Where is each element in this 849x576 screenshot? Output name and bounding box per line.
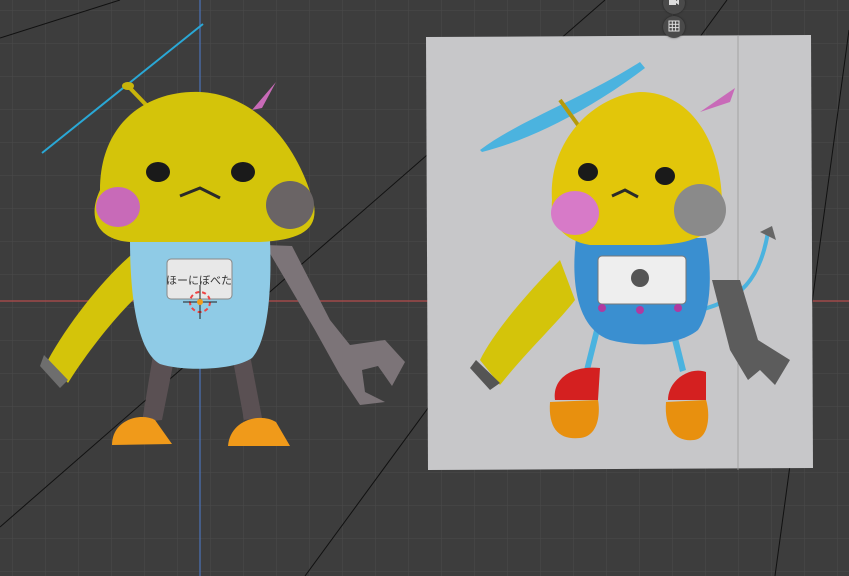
shirt-label: ほーにぼべた xyxy=(166,274,232,287)
scene: ほーにぼべた xyxy=(40,23,813,470)
robot-model[interactable]: ほーにぼべた xyxy=(40,23,405,446)
3d-viewport[interactable]: ほーにぼべた xyxy=(0,0,849,576)
camera-icon xyxy=(668,0,680,11)
grid-icon xyxy=(668,20,680,35)
reference-image[interactable] xyxy=(426,35,813,470)
grid-view-button[interactable] xyxy=(663,16,685,38)
